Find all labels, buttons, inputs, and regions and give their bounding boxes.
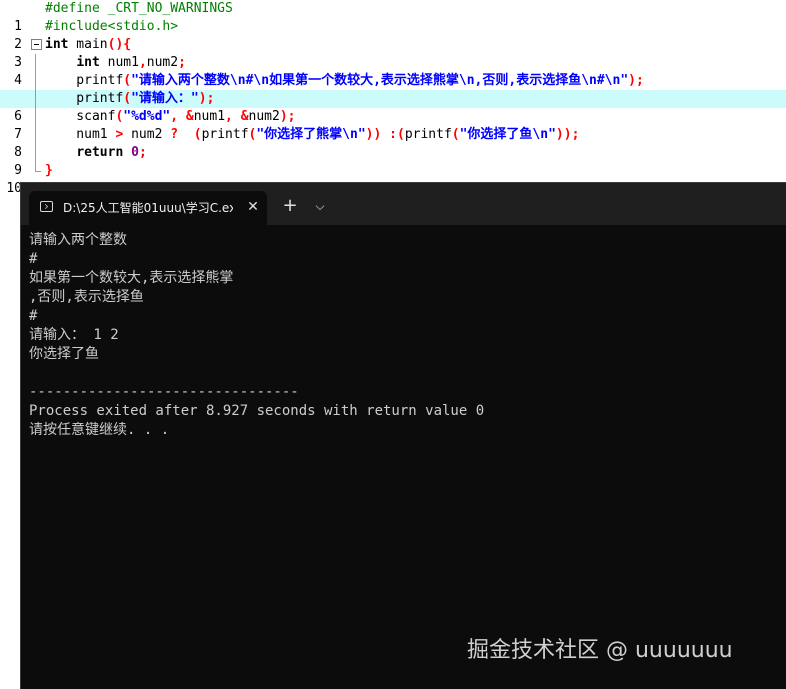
code-token: (: [123, 91, 132, 106]
code-line[interactable]: 5 printf("请输入两个整数\n#\n如果第一个数较大,表示选择熊掌\n,…: [0, 72, 786, 106]
code-token: printf: [201, 127, 249, 142]
code-line[interactable]: 10 }: [0, 162, 786, 196]
code-token: );: [628, 73, 644, 88]
code-token: ,: [138, 55, 147, 70]
watermark: 掘金技术社区 @ uuuuuuu: [467, 638, 733, 663]
code-token: "你选择了熊掌\n": [256, 127, 366, 142]
fold-minus-icon[interactable]: [31, 39, 42, 50]
code-token: (){: [107, 37, 132, 52]
fold-guide: [30, 108, 44, 126]
code-line[interactable]: 1 #define _CRT_NO_WARNINGS: [0, 0, 786, 34]
console-line: 如果第一个数较大,表示选择熊掌: [29, 270, 234, 286]
code-line-current[interactable]: 6 printf("请输入：");: [0, 90, 786, 124]
console-window[interactable]: D:\25人工智能01uuu\学习C.exe ✕ + ⌵ 请输入两个整数 # 如…: [20, 182, 786, 689]
fold-end: [30, 162, 44, 180]
code-text[interactable]: int num1,num2;: [45, 54, 186, 72]
code-text[interactable]: #define _CRT_NO_WARNINGS: [45, 0, 233, 18]
code-token: return: [76, 145, 124, 160]
console-line: Process exited after 8.927 seconds with …: [29, 403, 485, 419]
code-token: int: [45, 37, 69, 52]
close-tab-icon[interactable]: ✕: [244, 198, 262, 216]
fold-guide: [30, 144, 44, 162]
code-token: num2: [248, 109, 280, 124]
code-line[interactable]: 3 int main(){: [0, 36, 786, 70]
fold-guide: [30, 90, 44, 108]
code-token: )) :(: [365, 127, 405, 142]
code-token: num1: [193, 109, 226, 124]
code-text[interactable]: return 0;: [45, 144, 147, 162]
code-editor[interactable]: 1 #define _CRT_NO_WARNINGS 2 #include<st…: [0, 0, 786, 196]
code-token: , &: [225, 109, 249, 124]
code-token: ?: [170, 127, 179, 142]
console-output[interactable]: 请输入两个整数 # 如果第一个数较大,表示选择熊掌 ,否则,表示选择鱼 # 请输…: [29, 231, 779, 440]
code-token: "你选择了鱼\n": [459, 127, 556, 142]
terminal-tab[interactable]: D:\25人工智能01uuu\学习C.exe ✕: [29, 191, 267, 225]
code-token: "请输入两个整数\n#\n如果第一个数较大,表示选择熊掌\n,否则,表示选择鱼\…: [131, 73, 629, 88]
fold-guide: [30, 72, 44, 90]
code-text[interactable]: scanf("%d%d", &num1, &num2);: [45, 108, 296, 126]
console-line: 请按任意键继续. . .: [29, 422, 170, 438]
code-line[interactable]: 2 #include<stdio.h>: [0, 18, 786, 52]
code-token: }: [45, 163, 53, 178]
code-token: main: [68, 37, 108, 52]
code-text[interactable]: #include<stdio.h>: [45, 18, 178, 36]
terminal-tab-bar: D:\25人工智能01uuu\学习C.exe ✕ + ⌵: [21, 183, 786, 225]
code-text[interactable]: num1 > num2 ? (printf("你选择了熊掌\n")) :(pri…: [45, 126, 579, 144]
chevron-down-icon[interactable]: ⌵: [310, 196, 330, 216]
code-text[interactable]: }: [45, 162, 53, 180]
code-text[interactable]: int main(){: [45, 36, 131, 54]
code-token: #define _CRT_NO_WARNINGS: [45, 1, 233, 16]
fold-guide: [30, 54, 44, 72]
code-token: num2: [146, 55, 179, 70]
code-token: printf: [45, 91, 124, 106]
code-token: (: [123, 73, 132, 88]
console-line: #: [29, 251, 38, 267]
code-token: printf: [404, 127, 452, 142]
code-token: int: [76, 55, 100, 70]
fold-guide: [30, 126, 44, 144]
code-token: ));: [555, 127, 580, 142]
code-line[interactable]: 8 num1 > num2 ? (printf("你选择了熊掌\n")) :(p…: [0, 126, 786, 160]
console-line: ,否则,表示选择鱼: [29, 289, 144, 305]
code-text[interactable]: printf("请输入两个整数\n#\n如果第一个数较大,表示选择熊掌\n,否则…: [45, 72, 644, 90]
console-line: --------------------------------: [29, 384, 299, 400]
code-line[interactable]: 9 return 0;: [0, 144, 786, 178]
code-token: "%d%d": [123, 109, 171, 124]
console-line: 请输入两个整数: [29, 232, 127, 248]
console-line: 你选择了鱼: [29, 346, 99, 362]
fold-toggle[interactable]: [30, 36, 44, 54]
code-token: 0: [131, 145, 139, 160]
code-token: );: [279, 109, 296, 124]
code-token: printf: [45, 73, 124, 88]
code-token: #include<stdio.h>: [45, 19, 179, 34]
console-line: #: [29, 308, 38, 324]
code-token: scanf: [45, 109, 116, 124]
code-token: num1: [45, 127, 116, 142]
code-token: "请输入：": [131, 91, 199, 106]
code-token: (: [193, 127, 202, 142]
line-number: 10: [6, 181, 22, 196]
code-token: ;: [178, 55, 186, 70]
code-token: num2: [123, 127, 171, 142]
code-token: );: [198, 91, 215, 106]
code-line[interactable]: 4 int num1,num2;: [0, 54, 786, 88]
code-line[interactable]: 7 scanf("%d%d", &num1, &num2);: [0, 108, 786, 142]
code-token: num1: [99, 55, 139, 70]
terminal-icon: [40, 201, 53, 212]
code-text[interactable]: printf("请输入：");: [45, 90, 214, 108]
tab-title: D:\25人工智能01uuu\学习C.exe: [63, 201, 233, 215]
code-token: (: [451, 127, 460, 142]
code-token: ;: [138, 145, 147, 160]
code-token: , &: [170, 109, 194, 124]
console-line: 请输入： 1 2: [29, 327, 119, 343]
new-tab-button[interactable]: +: [280, 196, 300, 216]
